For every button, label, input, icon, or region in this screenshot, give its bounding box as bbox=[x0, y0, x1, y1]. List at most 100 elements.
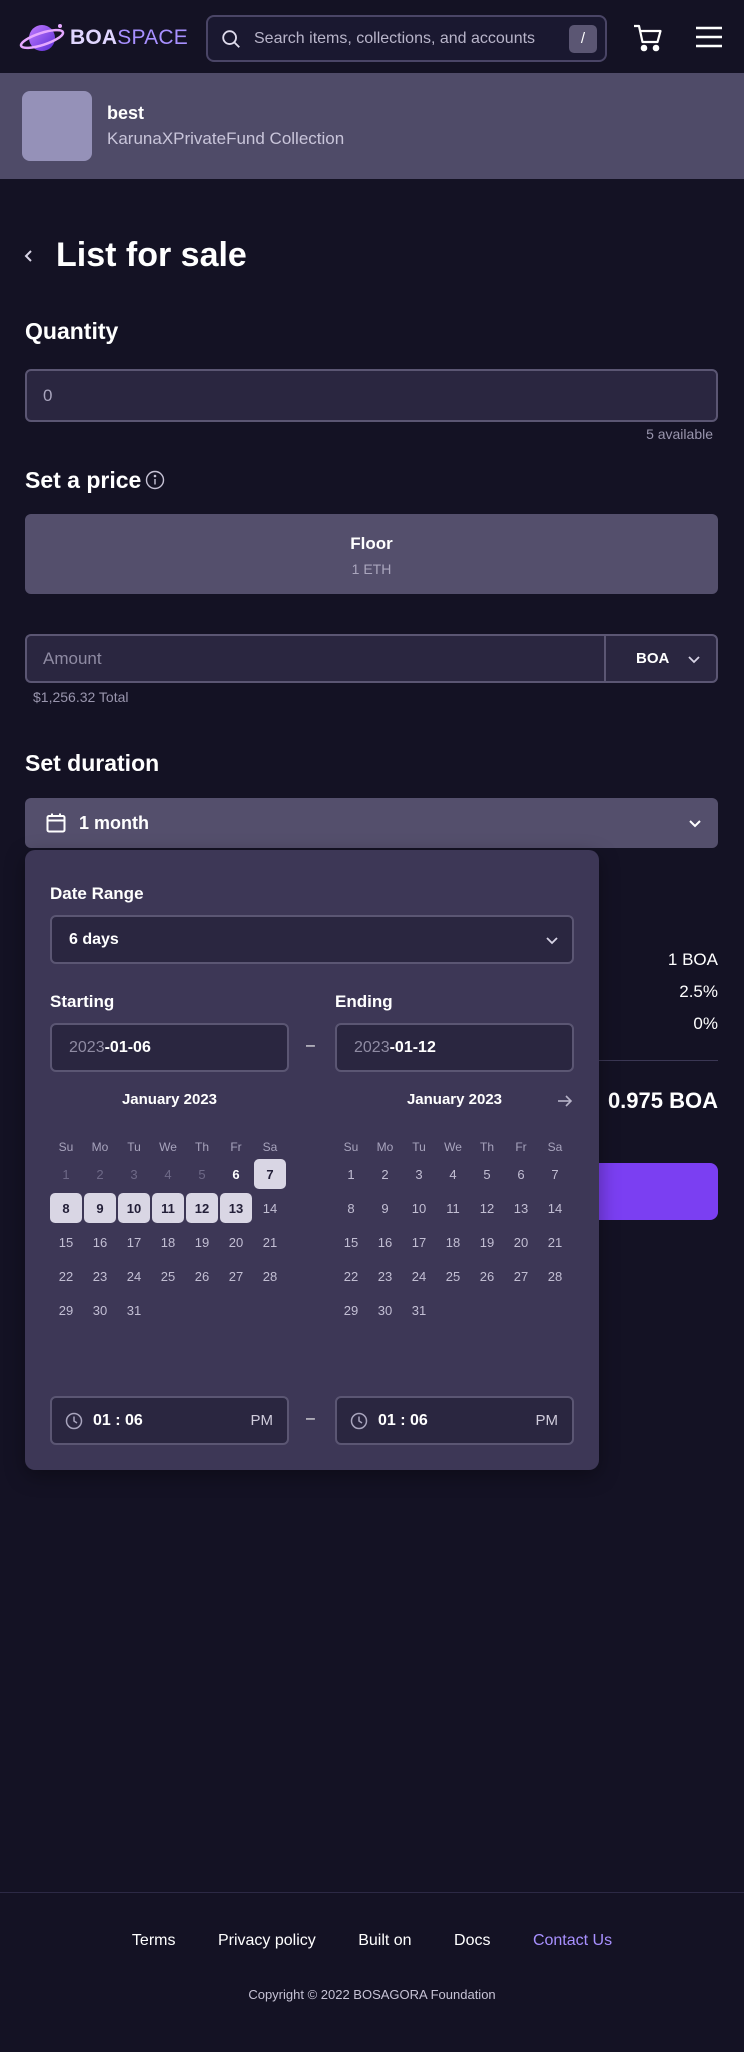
footer-link-docs[interactable]: Docs bbox=[454, 1932, 490, 1949]
weekday-row: Su Mo Tu We Th Fr Sa bbox=[335, 1140, 574, 1158]
set-price-label: Set a price bbox=[25, 467, 142, 493]
boaspace-logo[interactable]: BOASPACE bbox=[18, 20, 188, 56]
chevron-down-icon bbox=[546, 937, 558, 945]
calendar-day[interactable]: 29 bbox=[50, 1295, 82, 1325]
calendar-day[interactable]: 23 bbox=[84, 1261, 116, 1291]
calendar-day[interactable]: 28 bbox=[539, 1261, 571, 1291]
calendar-day[interactable]: 28 bbox=[254, 1261, 286, 1291]
end-time-value: 01 : 06 bbox=[378, 1411, 428, 1429]
end-date-input[interactable]: 2023 -01-12 bbox=[335, 1023, 574, 1072]
calendar-day[interactable]: 24 bbox=[118, 1261, 150, 1291]
search-icon bbox=[222, 29, 240, 48]
start-time-input[interactable]: 01 : 06 PM bbox=[50, 1396, 289, 1445]
calendar-day[interactable]: 25 bbox=[437, 1261, 469, 1291]
calendar-day[interactable]: 8 bbox=[335, 1193, 367, 1223]
calendar-day[interactable]: 30 bbox=[84, 1295, 116, 1325]
calendar-day[interactable]: 12 bbox=[186, 1193, 218, 1223]
calendar-day[interactable]: 17 bbox=[118, 1227, 150, 1257]
calendar-day[interactable]: 19 bbox=[186, 1227, 218, 1257]
calendar-day[interactable]: 31 bbox=[118, 1295, 150, 1325]
calendar-day[interactable]: 13 bbox=[220, 1193, 252, 1223]
calendar-month-title: January 2023 bbox=[406, 1091, 503, 1108]
date-separator: – bbox=[306, 1037, 315, 1054]
calendar-day[interactable]: 20 bbox=[220, 1227, 252, 1257]
calendar-day[interactable]: 5 bbox=[471, 1159, 503, 1189]
arrow-right-icon[interactable] bbox=[556, 1092, 574, 1110]
calendar-day[interactable]: 30 bbox=[369, 1295, 401, 1325]
calendar-day[interactable]: 19 bbox=[471, 1227, 503, 1257]
calendar-day[interactable]: 13 bbox=[505, 1193, 537, 1223]
calendar-day[interactable]: 16 bbox=[369, 1227, 401, 1257]
calendar-day[interactable]: 3 bbox=[403, 1159, 435, 1189]
date-range-select[interactable]: 6 days bbox=[50, 915, 574, 964]
end-time-ampm[interactable]: PM bbox=[536, 1412, 559, 1429]
amount-input[interactable]: Amount bbox=[25, 634, 604, 683]
end-time-input[interactable]: 01 : 06 PM bbox=[335, 1396, 574, 1445]
calendar-day[interactable]: 11 bbox=[152, 1193, 184, 1223]
start-date-input[interactable]: 2023 -01-06 bbox=[50, 1023, 289, 1072]
clock-icon bbox=[350, 1412, 368, 1429]
calendar-day[interactable]: 12 bbox=[471, 1193, 503, 1223]
calendar-day[interactable]: 24 bbox=[403, 1261, 435, 1291]
back-chevron-icon[interactable] bbox=[18, 245, 40, 267]
floor-price-button[interactable]: Floor 1 ETH bbox=[25, 514, 718, 594]
calendar-day[interactable]: 7 bbox=[254, 1159, 286, 1189]
quantity-input[interactable]: 0 bbox=[25, 369, 718, 422]
calendar-day[interactable]: 27 bbox=[220, 1261, 252, 1291]
duration-select[interactable]: 1 month bbox=[25, 798, 718, 848]
calendar-day[interactable]: 27 bbox=[505, 1261, 537, 1291]
footer-link-terms[interactable]: Terms bbox=[132, 1932, 176, 1949]
calendar-day[interactable]: 6 bbox=[505, 1159, 537, 1189]
calendar-day[interactable]: 18 bbox=[437, 1227, 469, 1257]
hamburger-menu-icon[interactable] bbox=[694, 24, 724, 50]
calendar-day[interactable]: 10 bbox=[118, 1193, 150, 1223]
calendar-day[interactable]: 22 bbox=[50, 1261, 82, 1291]
calendar-day[interactable]: 15 bbox=[50, 1227, 82, 1257]
calendar-day: 1 bbox=[62, 1166, 70, 1182]
calendar-day[interactable]: 4 bbox=[437, 1159, 469, 1189]
currency-select[interactable]: BOA bbox=[604, 634, 718, 683]
start-date-rest: -01-06 bbox=[104, 1038, 151, 1056]
calendar-day[interactable]: 9 bbox=[369, 1193, 401, 1223]
cart-icon[interactable] bbox=[632, 22, 664, 54]
calendar-day[interactable]: 7 bbox=[539, 1159, 571, 1189]
footer-link-contact[interactable]: Contact Us bbox=[533, 1932, 612, 1949]
calendar-day[interactable]: 14 bbox=[254, 1193, 286, 1223]
calendar-day[interactable]: 14 bbox=[539, 1193, 571, 1223]
calendar-day[interactable]: 1 bbox=[335, 1159, 367, 1189]
chevron-down-icon bbox=[689, 820, 701, 828]
calendar-day[interactable]: 15 bbox=[335, 1227, 367, 1257]
item-thumbnail[interactable] bbox=[22, 91, 92, 161]
date-range-title: Date Range bbox=[50, 884, 144, 903]
start-time-ampm[interactable]: PM bbox=[251, 1412, 274, 1429]
weekday-label: Fr bbox=[515, 1140, 527, 1154]
calendar-day[interactable]: 18 bbox=[152, 1227, 184, 1257]
info-icon[interactable] bbox=[145, 470, 165, 490]
search-shortcut-key: / bbox=[569, 24, 597, 53]
search-input[interactable]: Search items, collections, and accounts … bbox=[206, 15, 607, 62]
calendar-day[interactable]: 6 bbox=[220, 1159, 252, 1189]
calendar-day[interactable]: 11 bbox=[437, 1193, 469, 1223]
calendar-day[interactable]: 22 bbox=[335, 1261, 367, 1291]
calendar-day[interactable]: 21 bbox=[254, 1227, 286, 1257]
footer-link-privacy[interactable]: Privacy policy bbox=[218, 1932, 316, 1949]
calendar-day[interactable]: 25 bbox=[152, 1261, 184, 1291]
calendar-day[interactable]: 16 bbox=[84, 1227, 116, 1257]
calendar-day[interactable]: 20 bbox=[505, 1227, 537, 1257]
calendar-day[interactable]: 23 bbox=[369, 1261, 401, 1291]
price-total: $1,256.32 Total bbox=[33, 689, 129, 705]
calendar-day[interactable]: 2 bbox=[369, 1159, 401, 1189]
calendar-day[interactable]: 26 bbox=[471, 1261, 503, 1291]
item-name: best bbox=[107, 103, 145, 123]
calendar-day[interactable]: 8 bbox=[50, 1193, 82, 1223]
calendar-day[interactable]: 10 bbox=[403, 1193, 435, 1223]
calendar-day[interactable]: 26 bbox=[186, 1261, 218, 1291]
footer-link-built-on[interactable]: Built on bbox=[358, 1932, 411, 1949]
calendar-day[interactable]: 31 bbox=[403, 1295, 435, 1325]
collection-name[interactable]: KarunaXPrivateFund Collection bbox=[107, 129, 344, 149]
calendar-day[interactable]: 21 bbox=[539, 1227, 571, 1257]
calendar-day[interactable]: 29 bbox=[335, 1295, 367, 1325]
calendar-day[interactable]: 17 bbox=[403, 1227, 435, 1257]
calendar-day[interactable]: 9 bbox=[84, 1193, 116, 1223]
copyright: Copyright © 2022 BOSAGORA Foundation bbox=[248, 1987, 496, 2002]
